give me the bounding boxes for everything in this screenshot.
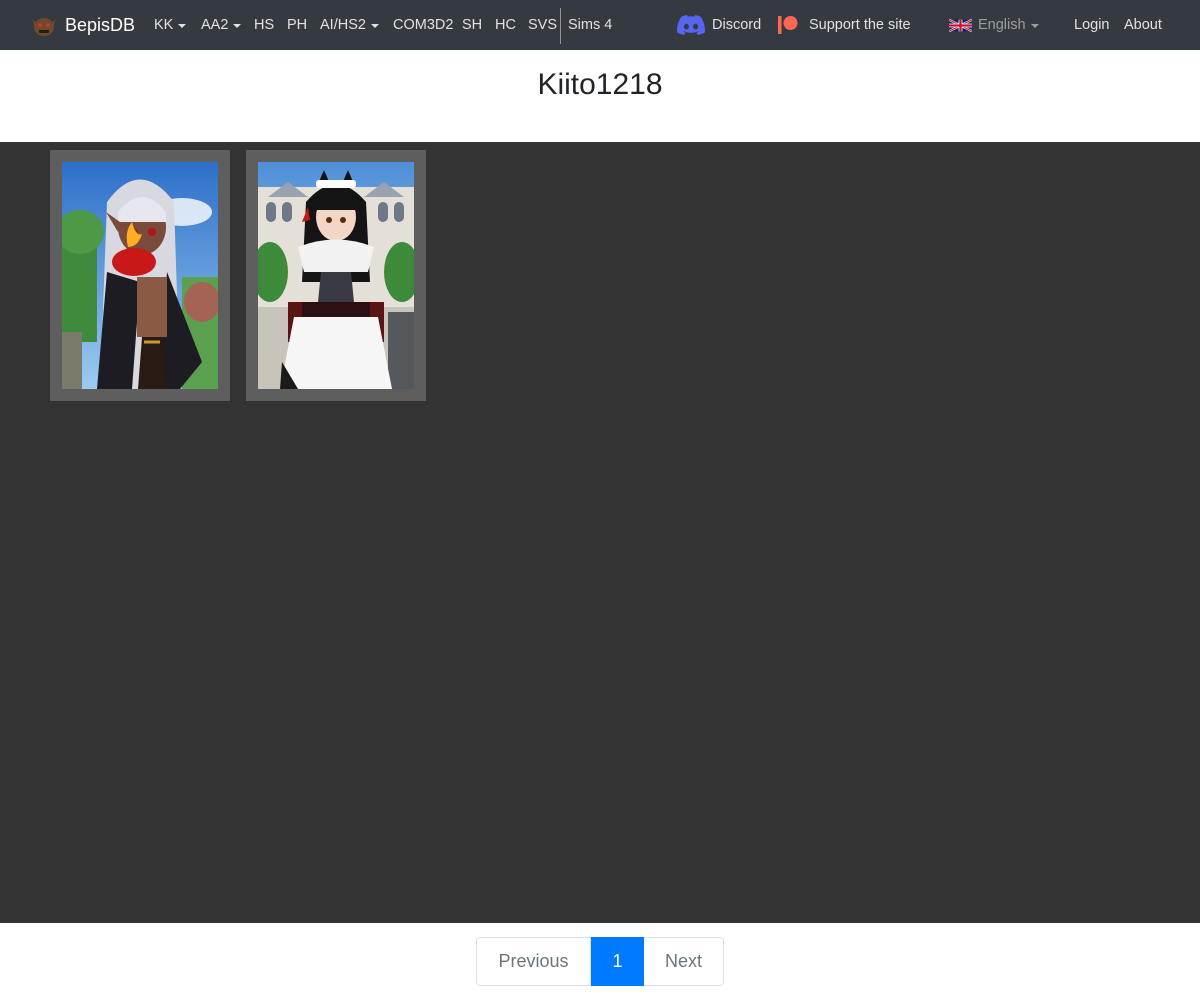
- support-link[interactable]: Support the site: [778, 0, 911, 50]
- nav-com3d2[interactable]: COM3D2: [393, 0, 453, 50]
- previous-page-button[interactable]: Previous: [476, 937, 591, 986]
- page-title: Kiito1218: [537, 68, 663, 101]
- caret-down-icon: [1030, 23, 1039, 28]
- discord-icon: [677, 15, 705, 35]
- language-dropdown[interactable]: English: [949, 0, 1039, 50]
- about-link[interactable]: About: [1124, 0, 1162, 50]
- nav-ai-hs2-dropdown[interactable]: AI/HS2: [320, 0, 379, 50]
- nav-divider: [560, 8, 561, 44]
- pagination-footer: Previous 1 Next: [0, 923, 1200, 1000]
- bepis-logo-icon: [32, 18, 56, 36]
- nav-aa2-label: AA2: [201, 17, 229, 33]
- login-link[interactable]: Login: [1074, 0, 1109, 50]
- nav-hs[interactable]: HS: [254, 0, 274, 50]
- uk-flag-icon: [949, 18, 972, 32]
- patreon-icon: [778, 16, 798, 34]
- card-gallery: [0, 142, 1200, 923]
- current-page-button[interactable]: 1: [591, 937, 644, 986]
- caret-down-icon: [370, 23, 379, 28]
- top-navbar: BepisDB KK AA2 HS PH AI/HS2 COM3D2 SH HC…: [0, 0, 1200, 50]
- character-card[interactable]: [50, 150, 230, 401]
- nav-svs[interactable]: SVS: [528, 0, 557, 50]
- caret-down-icon: [233, 23, 242, 28]
- caret-down-icon: [178, 23, 187, 28]
- next-page-button[interactable]: Next: [644, 937, 724, 986]
- discord-link[interactable]: Discord: [677, 0, 761, 50]
- brand-name: BepisDB: [65, 14, 136, 35]
- pagination: Previous 1 Next: [476, 937, 724, 986]
- nav-hc[interactable]: HC: [495, 0, 516, 50]
- nav-kk-label: KK: [154, 17, 174, 33]
- support-label: Support the site: [809, 17, 911, 33]
- language-label: English: [978, 17, 1026, 33]
- discord-label: Discord: [712, 17, 762, 33]
- character-card-thumbnail-icon[interactable]: [62, 162, 218, 389]
- nav-aa2-dropdown[interactable]: AA2: [201, 0, 242, 50]
- character-card[interactable]: [246, 150, 426, 401]
- nav-sims4[interactable]: Sims 4: [568, 0, 612, 50]
- brand-link[interactable]: BepisDB: [29, 0, 135, 50]
- nav-sh[interactable]: SH: [462, 0, 482, 50]
- nav-kk-dropdown[interactable]: KK: [154, 0, 187, 50]
- nav-ph[interactable]: PH: [287, 0, 307, 50]
- title-header: Kiito1218: [0, 50, 1200, 142]
- nav-ai-hs2-label: AI/HS2: [320, 17, 366, 33]
- character-card-thumbnail-icon[interactable]: [258, 162, 414, 389]
